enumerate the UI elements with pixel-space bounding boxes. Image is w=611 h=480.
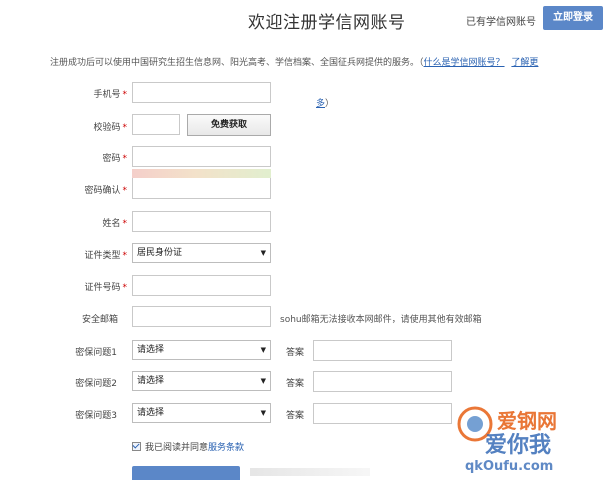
page-title: 欢迎注册学信网账号 [248,13,406,33]
required-mark: * [122,154,128,164]
email-label-text: 安全邮箱 [81,315,118,325]
watermark-logo: 爱钢网 爱你我 qkOufu.com [457,406,557,474]
id-number-input[interactable] [132,275,271,296]
answer-3-input[interactable] [313,403,452,424]
password-label: 密码 * [37,151,127,164]
code-label: 校验码 * [37,120,127,133]
required-mark: * [122,219,128,229]
confirm-label-text: 密码确认 [84,186,121,196]
question-2-label: 密保问题2 [75,379,117,389]
question-1-select[interactable]: 请选择 ▼ [132,340,271,360]
watermark-text-mid: 爱你我 [485,433,551,458]
dropdown-arrow-icon: ▼ [260,377,266,385]
learn-more-link-continued[interactable]: 多） [316,96,334,109]
what-is-account-link[interactable]: 什么是学信网账号？ [424,58,505,68]
id-type-label: 证件类型 * [37,248,127,261]
question-1-label: 密保问题1 [75,348,117,358]
phone-input[interactable] [132,82,271,103]
question-3-label: 密保问题3 [75,411,117,421]
answer-2-input[interactable] [313,371,452,392]
name-label-text: 姓名 [102,219,121,229]
learn-more-link-tail[interactable]: 多 [316,99,325,109]
bottom-faint-text [250,468,370,476]
email-input[interactable] [132,306,271,327]
dropdown-arrow-icon: ▼ [260,346,266,354]
answer-1-label: 答案 [286,348,305,358]
question-3-value: 请选择 [137,408,165,418]
password-label-text: 密码 [102,154,121,164]
login-button[interactable]: 立即登录 [543,6,603,30]
answer-1-input[interactable] [313,340,452,361]
question-1-value: 请选择 [137,345,165,355]
required-mark: * [122,283,128,293]
id-number-label: 证件号码 * [37,280,127,293]
dropdown-arrow-icon: ▼ [260,409,266,417]
learn-more-link[interactable]: 了解更 [511,58,538,68]
get-code-button[interactable]: 免费获取 [187,114,271,136]
agree-text: 我已阅读并同意 [145,443,209,453]
submit-button[interactable] [132,466,240,480]
code-input[interactable] [132,114,180,135]
watermark-text-top: 爱钢网 [497,409,557,433]
required-mark: * [122,90,128,100]
answer-2-label: 答案 [286,379,305,389]
id-type-label-text: 证件类型 [84,251,121,261]
question-2-select[interactable]: 请选择 ▼ [132,371,271,391]
password-input[interactable] [132,146,271,167]
id-type-select[interactable]: 居民身份证 ▼ [132,243,271,263]
code-label-text: 校验码 [93,123,121,133]
dropdown-arrow-icon: ▼ [260,249,266,257]
id-type-value: 居民身份证 [137,248,183,258]
intro-close-paren: ） [325,99,335,109]
required-mark: * [122,186,128,196]
confirm-password-input[interactable] [132,178,271,199]
phone-label: 手机号 * [37,87,127,100]
id-number-label-text: 证件号码 [84,283,121,293]
phone-label-text: 手机号 [93,90,121,100]
question-3-select[interactable]: 请选择 ▼ [132,403,271,423]
have-account-text: 已有学信网账号 [466,17,536,28]
required-mark: * [122,123,128,133]
name-input[interactable] [132,211,271,232]
intro-text: 注册成功后可以使用中国研究生招生信息网、阳光高考、学信档案、全国征兵网提供的服务… [50,55,538,68]
answer-3-label: 答案 [286,411,305,421]
name-label: 姓名 * [37,216,127,229]
watermark-text-bottom: qkOufu.com [465,459,553,474]
confirm-password-label: 密码确认 * [37,183,127,196]
question-2-value: 请选择 [137,376,165,386]
password-strength-bar [132,169,271,178]
intro-description: 注册成功后可以使用中国研究生招生信息网、阳光高考、学信档案、全国征兵网提供的服务… [50,58,424,68]
email-hint: sohu邮箱无法接收本网邮件，请使用其他有效邮箱 [280,315,482,325]
required-mark: * [122,251,128,261]
agree-terms: 我已阅读并同意服务条款 [132,440,244,453]
email-label: 安全邮箱 [28,312,118,325]
terms-link[interactable]: 服务条款 [208,443,244,453]
agree-checkbox[interactable] [132,442,141,451]
